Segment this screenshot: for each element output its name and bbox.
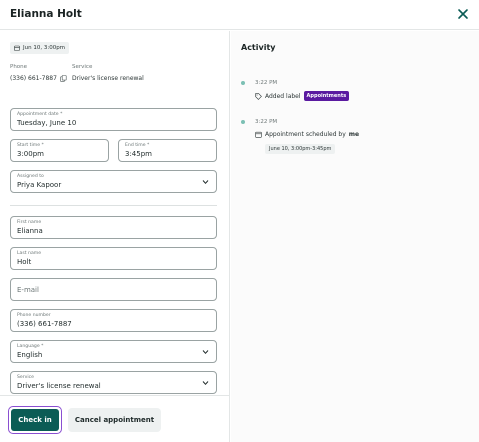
- activity-time: 3:22 PM: [255, 80, 278, 86]
- check-in-button[interactable]: Check in: [8, 406, 62, 434]
- appointment-details-panel: Jun 10, 3:00pm Phone (336) 661-7887 Serv…: [0, 31, 230, 442]
- activity-actor: me: [348, 131, 360, 138]
- activity-time: 3:22 PM: [255, 119, 278, 125]
- service-field-label: Service: [17, 375, 34, 380]
- timeline-dot: [241, 81, 245, 85]
- service-label: Service: [72, 64, 93, 70]
- close-icon[interactable]: [457, 8, 469, 20]
- end-time-value: 3:45pm: [125, 150, 152, 158]
- phone-label: Phone: [10, 64, 28, 70]
- calendar-icon: [255, 131, 262, 138]
- date-chip: Jun 10, 3:00pm: [10, 42, 70, 54]
- start-time-label: Start time *: [17, 143, 44, 148]
- appointment-date-field[interactable]: Appointment date * Tuesday, June 10: [10, 108, 217, 131]
- email-placeholder: E-mail: [17, 285, 39, 294]
- end-time-field[interactable]: End time * 3:45pm: [118, 139, 217, 162]
- first-name-field[interactable]: First name Elianna: [10, 216, 217, 239]
- section-divider: [10, 205, 217, 206]
- appointment-date-value: Tuesday, June 10: [17, 119, 77, 127]
- date-chip-label: Jun 10, 3:00pm: [23, 45, 66, 51]
- tag-icon: [255, 92, 262, 100]
- email-field[interactable]: E-mail: [10, 278, 217, 301]
- last-name-value: Holt: [17, 258, 32, 266]
- label-badge: Appointments: [303, 91, 350, 101]
- phone-value: (336) 661-7887: [10, 75, 67, 82]
- appointment-date-label: Appointment date *: [17, 112, 63, 117]
- activity-title: Activity: [241, 43, 276, 52]
- activity-text: Appointment scheduled by: [265, 131, 346, 138]
- last-name-field[interactable]: Last name Holt: [10, 247, 217, 270]
- page-title: Elianna Holt: [10, 8, 82, 20]
- assigned-to-label: Assigned to: [17, 174, 44, 179]
- activity-text: Added label: [265, 92, 301, 100]
- calendar-icon: [14, 45, 20, 51]
- chevron-down-icon: [202, 380, 209, 385]
- activity-item: Added label Appointments: [255, 91, 350, 101]
- phone-number-label: Phone number: [17, 313, 51, 318]
- phone-number-value: (336) 661-7887: [17, 320, 72, 328]
- first-name-value: Elianna: [17, 227, 43, 235]
- last-name-label: Last name: [17, 251, 42, 256]
- start-time-field[interactable]: Start time * 3:00pm: [10, 139, 109, 162]
- service-field-value: Driver's license renewal: [17, 382, 101, 390]
- start-time-value: 3:00pm: [17, 150, 44, 158]
- service-select[interactable]: Service Driver's license renewal: [10, 371, 217, 394]
- language-select[interactable]: Language * English: [10, 340, 217, 363]
- end-time-label: End time *: [125, 143, 150, 148]
- assigned-to-value: Priya Kapoor: [17, 181, 62, 189]
- appointment-time-chip: June 10, 3:00pm-3:45pm: [265, 144, 336, 154]
- activity-panel: Activity 3:22 PM Added label Appointment…: [231, 31, 479, 442]
- cancel-appointment-button[interactable]: Cancel appointment: [68, 408, 161, 432]
- phone-number-text: (336) 661-7887: [10, 75, 57, 82]
- language-value: English: [17, 351, 43, 359]
- timeline-dot: [241, 120, 245, 124]
- activity-item: Appointment scheduled by me: [255, 131, 359, 138]
- check-in-label: Check in: [11, 409, 59, 431]
- assigned-to-select[interactable]: Assigned to Priya Kapoor: [10, 170, 217, 193]
- chevron-down-icon: [202, 179, 209, 184]
- language-label: Language *: [17, 344, 44, 349]
- chevron-down-icon: [202, 349, 209, 354]
- action-footer: Check in Cancel appointment: [0, 395, 230, 442]
- phone-number-field[interactable]: Phone number (336) 661-7887: [10, 309, 217, 332]
- copy-icon[interactable]: [60, 75, 67, 82]
- drawer-header: Elianna Holt: [0, 0, 479, 30]
- first-name-label: First name: [17, 220, 42, 225]
- service-value: Driver's license renewal: [72, 75, 144, 82]
